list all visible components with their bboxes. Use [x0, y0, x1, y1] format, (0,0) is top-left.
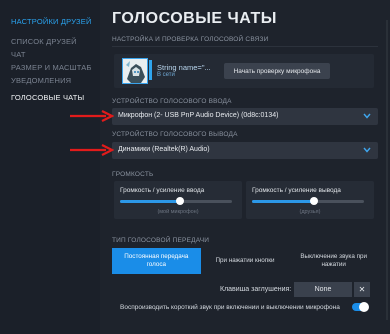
mute-key-label: Клавиша заглушения: — [220, 286, 292, 293]
user-status: В сети — [157, 72, 175, 78]
start-mic-test-button[interactable]: Начать проверку микрофона — [224, 63, 330, 79]
input-volume-fill — [120, 200, 181, 203]
transmission-type-tabs: Постоянная передача голоса При нажатии к… — [112, 248, 378, 274]
annotation-arrow-icon — [70, 144, 114, 156]
input-device-value: Микрофон (2- USB PnP Audio Device) (0d8c… — [118, 112, 279, 119]
avatar — [122, 58, 148, 84]
user-name: String name="... — [157, 63, 211, 72]
close-icon[interactable]: ✕ — [354, 282, 370, 297]
sidebar-item-voice-chats[interactable]: ГОЛОСОВЫЕ ЧАТЫ — [11, 93, 84, 102]
tab-continuous[interactable]: Постоянная передача голоса — [112, 248, 201, 274]
sidebar-title: НАСТРОЙКИ ДРУЗЕЙ — [11, 17, 92, 26]
output-volume-label: Громкость / усиление вывода — [252, 187, 341, 194]
sidebar: НАСТРОЙКИ ДРУЗЕЙ СПИСОК ДРУЗЕЙ ЧАТ РАЗМЕ… — [0, 0, 100, 334]
input-volume-knob[interactable] — [176, 197, 185, 205]
output-volume-control: Громкость / усиление вывода (друзья) — [246, 181, 374, 219]
output-volume-knob[interactable] — [309, 197, 318, 205]
input-volume-control: Громкость / усиление ввода (мой микрофон… — [114, 181, 242, 219]
input-device-heading: УСТРОЙСТВО ГОЛОСОВОГО ВВОДА — [112, 98, 232, 105]
online-status-indicator — [149, 60, 152, 80]
main-panel: ГОЛОСОВЫЕ ЧАТЫ НАСТРОЙКА И ПРОВЕРКА ГОЛО… — [100, 0, 390, 334]
toggle-sound-label: Воспроизводить короткий звук при включен… — [120, 304, 340, 311]
input-volume-slider[interactable] — [120, 197, 232, 205]
toggle-knob — [359, 302, 369, 312]
input-volume-label: Громкость / усиление ввода — [120, 187, 205, 194]
mic-section-heading: НАСТРОЙКА И ПРОВЕРКА ГОЛОСОВОЙ СВЯЗИ — [112, 36, 269, 43]
volume-heading: ГРОМКОСТЬ — [112, 171, 154, 178]
page-title: ГОЛОСОВЫЕ ЧАТЫ — [112, 10, 277, 27]
input-device-select[interactable]: Микрофон (2- USB PnP Audio Device) (0d8c… — [112, 108, 378, 125]
output-volume-caption: (друзья) — [299, 209, 321, 215]
divider — [112, 46, 378, 47]
output-volume-slider[interactable] — [252, 197, 364, 205]
scrollbar[interactable] — [386, 20, 388, 320]
annotation-arrow-icon — [70, 110, 114, 122]
output-device-select[interactable]: Динамики (Realtek(R) Audio) — [112, 142, 378, 159]
chevron-down-icon — [363, 113, 371, 119]
output-device-heading: УСТРОЙСТВО ГОЛОСОВОГО ВЫВОДА — [112, 131, 238, 138]
output-volume-fill — [252, 200, 314, 203]
sidebar-item-chat[interactable]: ЧАТ — [11, 50, 26, 59]
sidebar-item-friends-list[interactable]: СПИСОК ДРУЗЕЙ — [11, 37, 77, 46]
tab-push-to-talk[interactable]: При нажатии кнопки — [201, 248, 290, 274]
mic-test-panel: String name="... В сети Начать проверку … — [114, 54, 374, 88]
output-device-value: Динамики (Realtek(R) Audio) — [118, 146, 210, 153]
input-volume-caption: (мой микрофон) — [157, 209, 199, 215]
tab-push-to-mute[interactable]: Выключение звука при нажатии — [289, 248, 378, 274]
sidebar-item-notifications[interactable]: УВЕДОМЛЕНИЯ — [11, 76, 71, 85]
chevron-down-icon — [363, 147, 371, 153]
mute-key-button[interactable]: None — [294, 282, 352, 297]
sidebar-item-size-scale[interactable]: РАЗМЕР И МАСШТАБ — [11, 63, 92, 72]
toggle-sound-switch[interactable] — [352, 302, 369, 312]
transmission-heading: ТИП ГОЛОСОВОЙ ПЕРЕДАЧИ — [112, 237, 210, 244]
